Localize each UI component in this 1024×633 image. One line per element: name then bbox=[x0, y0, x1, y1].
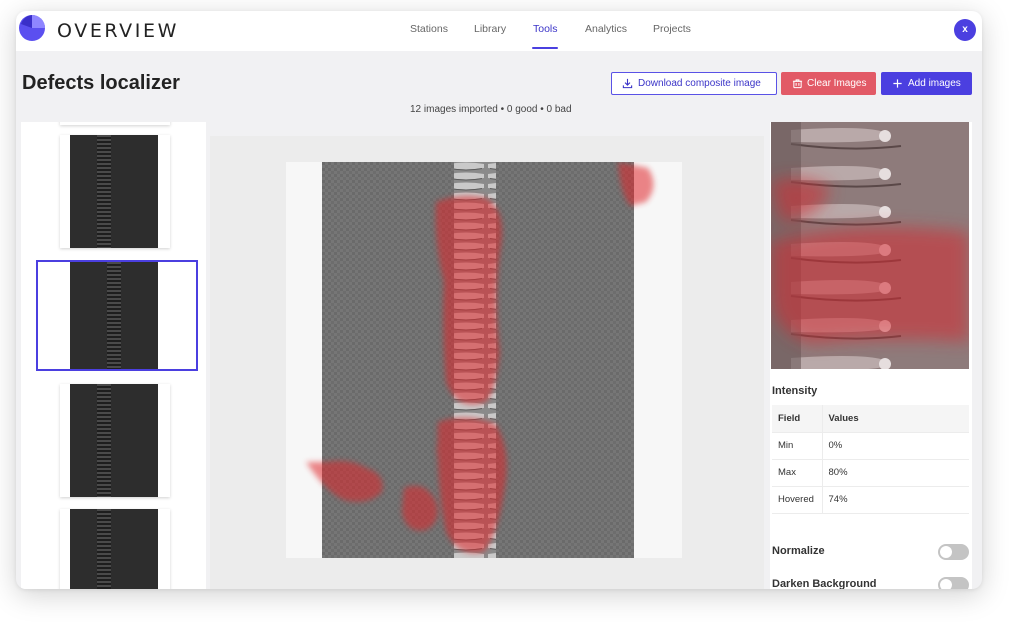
defect-heatmap-image[interactable] bbox=[286, 162, 682, 558]
nav-item-analytics[interactable]: Analytics bbox=[585, 23, 627, 35]
download-composite-button[interactable]: Download composite image bbox=[611, 72, 777, 95]
darken-background-setting: Darken Background bbox=[772, 575, 969, 589]
thumbnail-item[interactable] bbox=[60, 384, 170, 497]
darken-background-toggle[interactable] bbox=[938, 577, 969, 589]
page-title: Defects localizer bbox=[22, 72, 180, 94]
plus-icon bbox=[893, 79, 902, 88]
thumbnail-item[interactable] bbox=[60, 135, 170, 248]
clear-images-button[interactable]: Clear Images bbox=[781, 72, 876, 95]
row-field: Hovered bbox=[772, 486, 823, 514]
row-field: Max bbox=[772, 459, 823, 487]
thumbnail-zipper bbox=[97, 384, 111, 497]
nav-item-projects[interactable]: Projects bbox=[653, 23, 691, 35]
table-row: Min 0% bbox=[772, 432, 969, 460]
normalize-setting: Normalize bbox=[772, 542, 969, 562]
nav-item-library[interactable]: Library bbox=[474, 23, 506, 35]
normalize-toggle[interactable] bbox=[938, 544, 969, 560]
thumbnail-fabric bbox=[70, 384, 158, 497]
table-header-row: Field Values bbox=[772, 405, 969, 433]
column-header-field: Field bbox=[772, 405, 823, 433]
row-field: Min bbox=[772, 432, 823, 460]
inspector-panel: Intensity Field Values Min 0% Max 80% Ho… bbox=[770, 122, 972, 589]
download-icon bbox=[622, 78, 633, 89]
user-avatar[interactable]: x bbox=[954, 19, 976, 41]
toggle-knob bbox=[940, 546, 952, 558]
row-value: 80% bbox=[822, 459, 969, 487]
row-value: 0% bbox=[822, 432, 969, 460]
intensity-title: Intensity bbox=[772, 385, 818, 397]
thumbnail-fabric bbox=[70, 135, 158, 248]
import-summary: 12 images imported • 0 good • 0 bad bbox=[410, 104, 572, 115]
toggle-knob bbox=[940, 579, 952, 589]
normalize-label: Normalize bbox=[772, 545, 825, 557]
nav-item-tools[interactable]: Tools bbox=[533, 23, 558, 35]
thumbnail-partial[interactable] bbox=[60, 122, 170, 125]
thumbnail-item[interactable] bbox=[60, 509, 170, 589]
clear-button-label: Clear Images bbox=[807, 78, 867, 89]
heatmap-svg bbox=[306, 162, 654, 558]
thumbnail-zipper bbox=[97, 509, 111, 589]
zoom-preview-svg bbox=[771, 122, 969, 369]
column-header-values: Values bbox=[822, 405, 969, 433]
main-nav: Stations Library Tools Analytics Project… bbox=[16, 11, 982, 51]
darken-background-label: Darken Background bbox=[772, 578, 877, 589]
download-button-label: Download composite image bbox=[638, 78, 761, 89]
thumbnail-zipper bbox=[97, 135, 111, 248]
app-window: OVERVIEW Stations Library Tools Analytic… bbox=[16, 11, 982, 589]
nav-item-stations[interactable]: Stations bbox=[410, 23, 448, 35]
zoom-preview[interactable] bbox=[771, 122, 969, 369]
add-images-button[interactable]: Add images bbox=[881, 72, 972, 95]
row-value: 74% bbox=[822, 486, 969, 514]
thumbnail-item-selected[interactable] bbox=[36, 260, 198, 371]
intensity-table: Field Values Min 0% Max 80% Hovered 74% bbox=[772, 405, 969, 514]
table-row: Max 80% bbox=[772, 459, 969, 487]
thumbnail-zipper bbox=[107, 262, 121, 369]
image-viewer[interactable] bbox=[210, 136, 764, 589]
table-row: Hovered 74% bbox=[772, 486, 969, 514]
thumbnail-list bbox=[21, 122, 206, 589]
add-button-label: Add images bbox=[908, 78, 961, 89]
top-navbar: OVERVIEW Stations Library Tools Analytic… bbox=[16, 11, 982, 51]
active-tab-indicator bbox=[532, 47, 558, 49]
trash-icon bbox=[792, 79, 803, 89]
thumbnail-fabric bbox=[70, 509, 158, 589]
